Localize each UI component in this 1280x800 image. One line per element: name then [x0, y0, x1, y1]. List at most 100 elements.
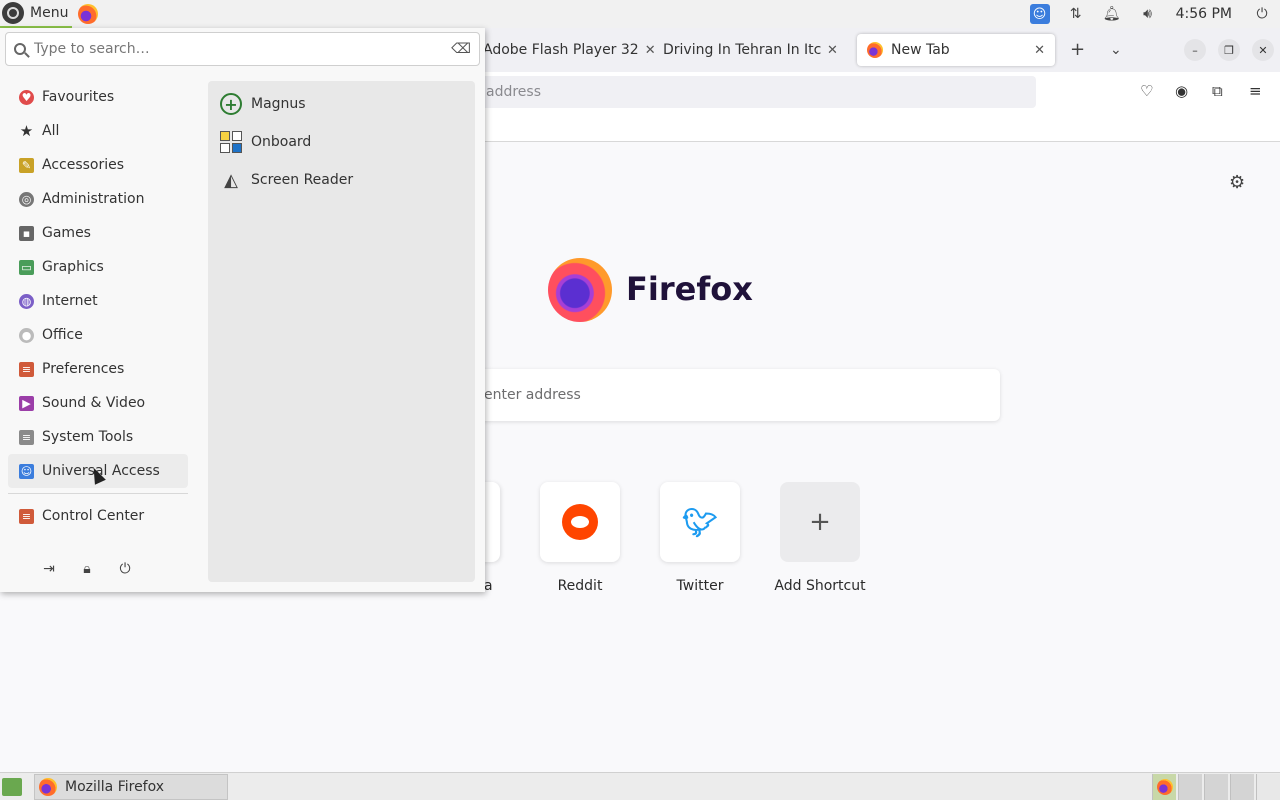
taskbar-firefox-button[interactable]: Mozilla Firefox — [34, 774, 228, 800]
power-icon[interactable]: ⏻ — [1244, 0, 1280, 28]
category-administration[interactable]: ◎ Administration — [8, 182, 188, 216]
app-screen-reader[interactable]: ◭ Screen Reader — [208, 161, 475, 199]
firefox-favicon-icon — [867, 42, 883, 58]
shortcut-label: Twitter — [676, 578, 724, 594]
tab-label: Adobe Flash Player 32 — [483, 42, 639, 58]
gear-icon[interactable]: ⚙ — [1229, 172, 1245, 193]
logout-icon[interactable]: ⇥ — [40, 560, 58, 578]
menu-search-box[interactable]: ⌫ — [5, 32, 480, 66]
category-accessories[interactable]: ✎ Accessories — [8, 148, 188, 182]
control-center-label: Control Center — [42, 508, 145, 524]
accessories-icon: ✎ — [19, 157, 34, 173]
shortcut-tile[interactable]: 🐦︎ — [660, 482, 740, 562]
category-graphics[interactable]: ▭ Graphics — [8, 250, 188, 284]
session-buttons: ⇥ 🔒︎ ⏻ — [40, 560, 134, 578]
volume-icon[interactable]: 🔊︎ — [1130, 0, 1166, 28]
close-icon[interactable]: ✕ — [645, 43, 656, 58]
app-magnus[interactable]: + Magnus — [208, 85, 475, 123]
shortcut-tile[interactable] — [540, 482, 620, 562]
bottom-panel: Mozilla Firefox — [0, 772, 1280, 800]
control-center-icon: ≡ — [19, 508, 34, 524]
firefox-icon — [39, 778, 57, 796]
app-onboard[interactable]: Onboard — [208, 123, 475, 161]
firefox-icon — [1156, 779, 1173, 795]
app-label: Onboard — [251, 134, 312, 150]
lock-icon[interactable]: 🔒︎ — [78, 560, 96, 578]
notifications-icon[interactable]: 🔔︎ — [1094, 0, 1130, 28]
app-label: Magnus — [251, 96, 306, 112]
firefox-logo-icon — [548, 258, 612, 322]
taskbar-label: Mozilla Firefox — [65, 779, 165, 795]
list-tabs-chevron-icon[interactable]: ⌄ — [1110, 42, 1122, 58]
tab-adobe-flash[interactable]: Adobe Flash Player 32 ✕ — [483, 34, 656, 66]
shortcut-label: Reddit — [557, 578, 603, 594]
system-tray: ☺ ⇅ 🔔︎ 🔊︎ 4:56 PM ⏻ — [1022, 0, 1280, 28]
url-placeholder: address — [486, 84, 542, 100]
shortcut-label-partial: a — [484, 578, 493, 594]
accessibility-tray-button[interactable]: ☺ — [1022, 0, 1058, 28]
shortcut-reddit[interactable]: Reddit — [525, 482, 635, 594]
shortcut-label: Add Shortcut — [774, 578, 866, 594]
hamburger-menu-icon[interactable]: ≡ — [1249, 82, 1262, 100]
clear-text-icon[interactable]: ⌫ — [451, 41, 471, 57]
trash-icon[interactable] — [1256, 774, 1280, 800]
workspace-1[interactable] — [1152, 774, 1176, 800]
menu-search-input[interactable] — [34, 41, 452, 57]
menu-label: Menu — [30, 5, 69, 21]
accessibility-icon: ☺ — [1029, 4, 1050, 24]
category-games[interactable]: ▪ Games — [8, 216, 188, 250]
power-icon[interactable]: ⏻ — [116, 560, 134, 578]
menu-button[interactable]: Menu — [0, 0, 73, 28]
office-icon: ● — [19, 327, 34, 343]
shortcut-twitter[interactable]: 🐦︎ Twitter — [645, 482, 755, 594]
app-label: Screen Reader — [251, 172, 354, 188]
pocket-icon[interactable]: ♡ — [1140, 82, 1153, 100]
category-favourites[interactable]: ♥ Favourites — [8, 80, 188, 114]
star-icon: ★ — [19, 122, 34, 140]
graphics-icon: ▭ — [19, 259, 34, 275]
add-shortcut-plus-icon[interactable]: + — [780, 482, 860, 562]
category-all[interactable]: ★ All — [8, 114, 188, 148]
close-window-button[interactable]: ✕ — [1252, 39, 1274, 61]
shortcut-add[interactable]: + Add Shortcut — [765, 482, 875, 594]
clock[interactable]: 4:56 PM — [1166, 6, 1244, 22]
tab-new-tab[interactable]: New Tab ✕ — [857, 34, 1055, 66]
tab-driving-tehran[interactable]: Driving In Tehran In Itch.io ✕ — [663, 34, 843, 66]
play-icon: ▶ — [19, 395, 34, 411]
globe-icon: ◍ — [19, 293, 34, 309]
category-system-tools[interactable]: ≡ System Tools — [8, 420, 188, 454]
keyboard-grid-icon — [220, 131, 242, 153]
close-icon[interactable]: ✕ — [1034, 43, 1045, 58]
category-label: Sound & Video — [42, 395, 146, 411]
control-center-item[interactable]: ≡ Control Center — [8, 499, 188, 533]
maximize-button[interactable]: ❐ — [1218, 39, 1240, 61]
workspace-2[interactable] — [1178, 774, 1202, 800]
workspace-3[interactable] — [1204, 774, 1228, 800]
category-label: Preferences — [42, 361, 125, 377]
heart-icon: ♥ — [19, 89, 34, 105]
category-label: Internet — [42, 293, 98, 309]
minimize-button[interactable]: – — [1184, 39, 1206, 61]
workspace-4[interactable] — [1230, 774, 1254, 800]
new-tab-plus-icon[interactable]: + — [1070, 39, 1085, 60]
tab-label: New Tab — [891, 42, 950, 58]
firefox-launcher-icon[interactable] — [78, 4, 99, 24]
search-input[interactable]: enter address — [470, 369, 1000, 421]
category-sound-video[interactable]: ▶ Sound & Video — [8, 386, 188, 420]
extensions-icon[interactable]: ⧉ — [1212, 82, 1223, 100]
account-icon[interactable]: ◉ — [1175, 82, 1188, 100]
close-icon[interactable]: ✕ — [827, 43, 838, 58]
category-label: Games — [42, 225, 91, 241]
tab-label: Driving In Tehran In Itch.io — [663, 42, 821, 58]
category-label: Graphics — [42, 259, 104, 275]
show-desktop-icon[interactable] — [2, 778, 22, 796]
gamepad-icon: ▪ — [19, 225, 34, 241]
category-preferences[interactable]: ≡ Preferences — [8, 352, 188, 386]
url-bar[interactable]: address — [470, 76, 1036, 108]
twitter-icon: 🐦︎ — [682, 505, 718, 539]
category-internet[interactable]: ◍ Internet — [8, 284, 188, 318]
preferences-icon: ≡ — [19, 361, 34, 377]
category-office[interactable]: ● Office — [8, 318, 188, 352]
accessibility-icon: ☺ — [19, 463, 34, 479]
network-icon[interactable]: ⇅ — [1058, 0, 1094, 28]
